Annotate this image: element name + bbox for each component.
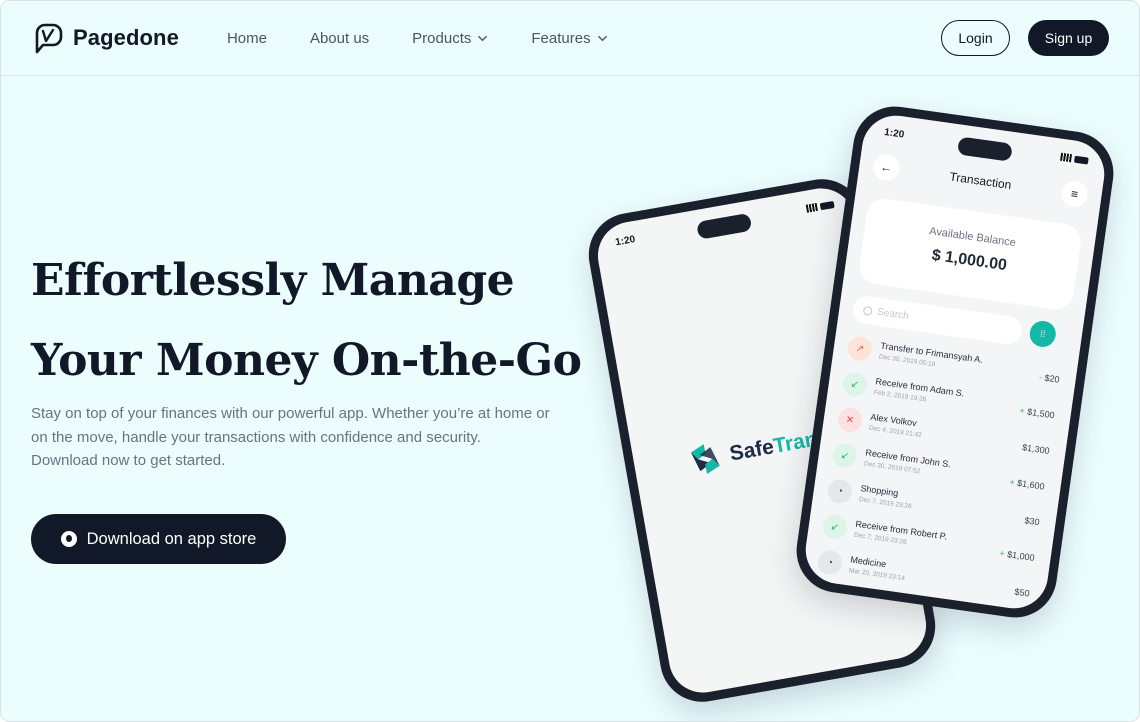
transaction-sign: +	[998, 548, 1006, 559]
nav-link-home-label: Home	[226, 29, 267, 47]
hero-headline-line2: Your Money On-the-Go	[31, 335, 582, 386]
phone-transaction-screen: 1:20 ← Transaction ≡ Available Balance $…	[801, 111, 1109, 613]
phone-mockup-transactions: 1:20 ← Transaction ≡ Available Balance $…	[791, 101, 1119, 623]
nav-link-home[interactable]: Home	[227, 30, 267, 47]
menu-lines-icon[interactable]: ≡	[1059, 179, 1090, 209]
safetransact-logo-icon	[691, 444, 720, 475]
transaction-name: Medicine	[849, 554, 887, 570]
brand-part1: Safe	[727, 435, 776, 466]
clock-icon: ◔	[816, 548, 844, 577]
hero-headline: Effortlessly Manage Your Money On-the-Go	[31, 241, 591, 401]
top-navbar: Pagedone Home About us Products Features…	[1, 1, 1139, 76]
transaction-amount: $50	[1014, 587, 1030, 599]
transaction-amount: + $1,500	[1019, 406, 1055, 421]
logo[interactable]: Pagedone	[31, 22, 179, 55]
dynamic-island	[956, 136, 1013, 162]
chevron-down-icon	[478, 35, 488, 41]
arrow-down-left-icon: ↙	[821, 513, 849, 541]
transaction-amount-value: $50	[1013, 586, 1031, 599]
arrow-down-left-icon: ↙	[841, 370, 869, 398]
filter-icon[interactable]: ⁞⁞	[1028, 319, 1058, 349]
chevron-down-icon	[597, 35, 607, 41]
battery-icon	[1073, 155, 1089, 165]
transaction-amount-value: $1,300	[1021, 442, 1051, 456]
logo-text: Pagedone	[73, 25, 179, 50]
balance-card: Available Balance $ 1,000.00	[857, 196, 1084, 312]
battery-icon	[819, 200, 835, 210]
nav-link-about-label: About us	[309, 29, 370, 47]
nav-link-about[interactable]: About us	[310, 30, 369, 47]
nav-dropdown-features-label: Features	[531, 29, 591, 47]
search-placeholder: Search	[876, 306, 910, 322]
transaction-amount-value: $1,000	[1006, 549, 1036, 563]
download-button-label: Download on app store	[86, 529, 257, 548]
apple-icon	[60, 531, 77, 547]
nav-dropdown-features[interactable]: Features	[531, 30, 607, 47]
status-icons	[1060, 152, 1089, 165]
download-app-store-button[interactable]: Download on app store	[31, 514, 286, 564]
signup-button[interactable]: Sign up	[1028, 20, 1109, 56]
nav-dropdown-products[interactable]: Products	[412, 30, 488, 47]
signal-icon	[1060, 152, 1073, 163]
transaction-date: Dec 7, 2019 23:26	[858, 496, 913, 511]
transaction-amount: $1,300	[1022, 442, 1051, 456]
auth-buttons: Login Sign up	[941, 20, 1109, 56]
transaction-amount: + $1,600	[1009, 477, 1045, 492]
hero-headline-line1: Effortlessly Manage	[31, 255, 515, 306]
status-time: 1:20	[614, 234, 637, 249]
status-time: 1:20	[883, 126, 905, 141]
transaction-amount-value: $1,500	[1026, 406, 1056, 421]
arrow-up-right-icon: ↗	[846, 335, 874, 363]
dynamic-island	[696, 212, 753, 240]
arrow-down-left-icon: ↙	[831, 442, 859, 470]
login-button[interactable]: Login	[941, 20, 1010, 56]
transaction-amount: + $1,000	[999, 548, 1035, 563]
hero-subtitle: Stay on top of your finances with our po…	[31, 405, 550, 469]
x-icon: ✕	[836, 406, 864, 434]
transaction-sign: +	[1018, 405, 1026, 417]
transaction-amount: - $20	[1039, 372, 1061, 385]
signal-icon	[805, 202, 818, 213]
transaction-amount-value: $30	[1023, 515, 1041, 528]
main-menu: Home About us Products Features	[227, 30, 651, 47]
transaction-sign: +	[1008, 476, 1016, 488]
transaction-list: ↗ Transfer to Frimansyah A. Dec 30, 2019…	[815, 333, 1064, 613]
transaction-amount: $30	[1024, 515, 1040, 527]
pagedone-logo-icon	[35, 23, 63, 53]
transaction-sign: -	[1038, 371, 1043, 383]
search-icon	[862, 305, 873, 316]
transaction-amount-value: $1,600	[1016, 477, 1046, 492]
transaction-amount-value: $20	[1043, 372, 1061, 385]
transaction-date: Mar 20, 2019 23:14	[848, 567, 906, 583]
status-icons	[805, 200, 835, 213]
clock-icon: ◔	[826, 477, 854, 505]
page-frame: Pagedone Home About us Products Features…	[0, 0, 1140, 722]
nav-dropdown-products-label: Products	[412, 29, 472, 47]
